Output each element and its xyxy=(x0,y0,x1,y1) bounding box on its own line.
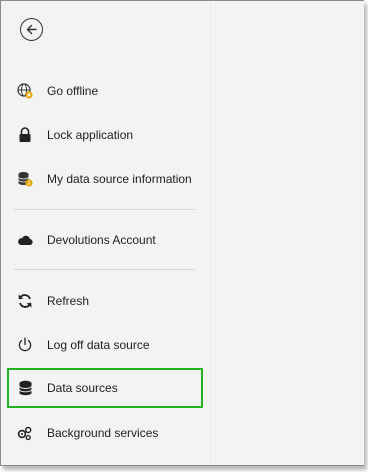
menu-item-refresh[interactable]: Refresh xyxy=(9,282,203,320)
menu-item-label: Background services xyxy=(47,426,159,440)
arrow-left-icon xyxy=(26,24,37,35)
menu-item-label: Data sources xyxy=(47,381,118,395)
menu-item-label: Log off data source xyxy=(47,338,150,352)
menu-item-devolutions-account[interactable]: Devolutions Account xyxy=(9,221,203,259)
menu-item-background-services[interactable]: Background services xyxy=(9,414,203,452)
menu-item-label: Devolutions Account xyxy=(47,233,156,247)
app-window: Go offline Lock application My data sour… xyxy=(0,0,364,466)
menu-item-data-sources[interactable]: Data sources xyxy=(7,368,203,408)
menu-separator xyxy=(14,269,195,270)
gears-icon xyxy=(17,425,33,441)
power-icon xyxy=(17,337,33,353)
content-area xyxy=(212,1,364,465)
menu-item-log-off-data-source[interactable]: Log off data source xyxy=(9,326,203,364)
back-button[interactable] xyxy=(20,18,43,41)
menu-item-label: Refresh xyxy=(47,294,90,308)
database-stack-icon xyxy=(17,380,33,396)
database-info-icon xyxy=(17,171,33,187)
menu-item-lock-application[interactable]: Lock application xyxy=(9,116,203,154)
menu-item-data-source-information[interactable]: My data source information xyxy=(9,160,203,198)
cloud-icon xyxy=(17,232,33,248)
menu-item-label: Go offline xyxy=(47,84,99,98)
menu-item-label: Lock application xyxy=(47,128,134,142)
globe-offline-icon xyxy=(17,83,33,99)
lock-icon xyxy=(17,127,33,143)
menu-item-go-offline[interactable]: Go offline xyxy=(9,72,203,110)
refresh-icon xyxy=(17,293,33,309)
file-menu-panel: Go offline Lock application My data sour… xyxy=(1,1,211,465)
menu-separator xyxy=(14,209,195,210)
menu-item-label: My data source information xyxy=(47,172,192,186)
